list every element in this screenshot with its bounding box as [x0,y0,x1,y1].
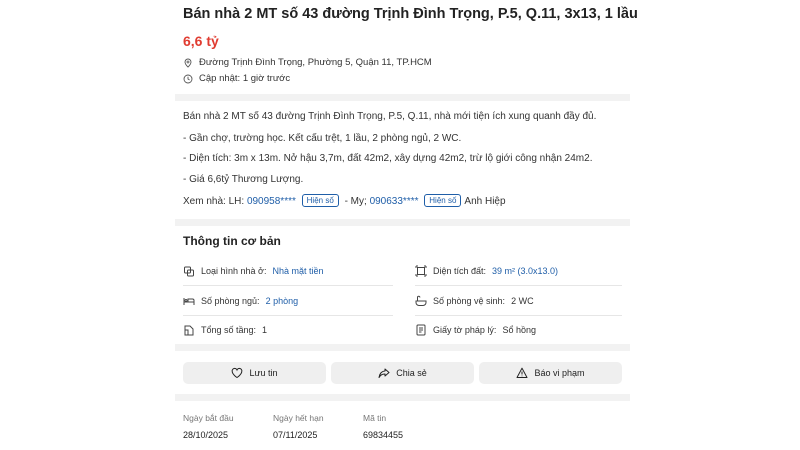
contact-suffix: Anh Hiệp [464,196,506,207]
row-divider [183,315,393,316]
divider [175,94,630,101]
reveal-phone-button-2[interactable]: Hiện số [424,194,462,207]
save-listing-button[interactable]: Lưu tin [183,362,326,384]
reveal-phone-button-1[interactable]: Hiện số [301,194,339,207]
info-bathrooms: Số phòng vệ sinh: 2 WC [415,295,534,307]
location-pin-icon [184,58,192,68]
info-bedrooms: Số phòng ngủ: 2 phòng [183,295,298,307]
save-listing-label: Lưu tin [249,368,278,378]
section-title-basic-info: Thông tin cơ bản [183,234,281,248]
description-line: - Giá 6,6tỷ Thương Lượng. [183,174,304,185]
listing-id-value: 69834455 [363,430,404,440]
info-label: Diện tích đất: [433,266,487,276]
info-value[interactable]: Nhà mặt tiền [272,266,323,276]
info-label: Số phòng ngủ: [201,296,260,306]
document-icon [416,324,426,336]
share-button[interactable]: Chia sẻ [331,362,474,384]
warning-icon [516,367,528,378]
description-line: Bán nhà 2 MT số 43 đường Trịnh Đình Trọn… [183,111,597,122]
description-line: - Diện tích: 3m x 13m. Nở hậu 3,7m, đất … [183,153,593,164]
area-icon [415,265,427,277]
contact-mid: - My; [344,196,367,207]
contact-prefix: Xem nhà: LH: [183,196,245,207]
description-line: - Gần chợ, trường học. Kết cấu trệt, 1 l… [183,133,462,144]
report-label: Báo vi phạm [534,368,585,378]
address-row: Đường Trịnh Đình Trọng, Phường 5, Quận 1… [183,57,432,68]
listing-title: Bán nhà 2 MT số 43 đường Trịnh Đình Trọn… [183,6,638,22]
bed-icon [183,298,195,305]
row-divider [183,285,393,286]
phone-number-1[interactable]: 090958**** [247,196,296,207]
end-date-label: Ngày hết hạn [273,413,324,423]
heart-icon [232,367,243,379]
info-label: Tổng số tầng: [201,325,257,335]
bath-icon [415,295,427,306]
report-button[interactable]: Báo vi phạm [479,362,622,384]
updated-row: Cập nhật: 1 giờ trước [183,73,290,84]
end-date-value: 07/11/2025 [273,430,318,440]
info-property-type: Loại hình nhà ở: Nhà mặt tiền [183,265,323,277]
info-value: 2 phòng [265,296,299,306]
share-label: Chia sẻ [396,368,427,378]
info-value: Sổ hồng [502,325,536,335]
start-date-value: 28/10/2025 [183,430,229,440]
row-divider [415,315,622,316]
info-value: 39 m² (3.0x13.0) [492,266,559,276]
row-divider [415,285,622,286]
house-type-icon [184,266,194,277]
listing-price: 6,6 tỷ [183,33,219,49]
info-floors: Tổng số tầng: 1 [183,324,267,336]
share-icon [378,368,390,378]
listing-id-label: Mã tin [363,413,387,423]
info-legal-docs: Giấy tờ pháp lý: Sổ hồng [415,324,536,336]
updated-text: Cập nhật: 1 giờ trước [199,73,291,84]
start-date-label: Ngày bắt đầu [183,413,234,423]
floors-icon [184,325,194,336]
info-value: 1 [262,325,268,335]
clock-icon [183,74,193,83]
address-text: Đường Trịnh Đình Trọng, Phường 5, Quận 1… [199,57,432,68]
phone-number-2[interactable]: 090633**** [370,196,419,207]
divider [175,394,630,401]
listing-detail: Bán nhà 2 MT số 43 đường Trịnh Đình Trọn… [175,0,638,450]
info-label: Loại hình nhà ở: [201,266,267,276]
contact-line: Xem nhà: LH: 090958**** Hiện số - My; 09… [183,194,506,207]
divider [175,219,630,226]
divider [175,344,630,351]
info-land-area: Diện tích đất: 39 m² (3.0x13.0) [415,265,558,277]
info-label: Số phòng vệ sinh: [433,296,506,306]
info-value: 2 WC [511,296,534,306]
info-label: Giấy tờ pháp lý: [433,325,497,335]
